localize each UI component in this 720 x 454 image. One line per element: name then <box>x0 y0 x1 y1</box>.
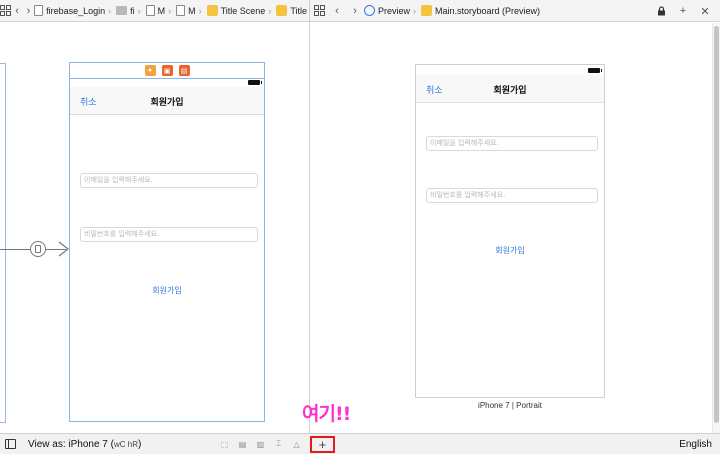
signup-button[interactable]: 회원가입 <box>70 285 264 296</box>
vertical-scrollbar[interactable] <box>712 23 720 433</box>
align-icon[interactable]: ▤ <box>236 438 249 450</box>
previous-scene-frame[interactable] <box>0 63 6 423</box>
back-chevron-icon[interactable]: ‹ <box>328 2 346 20</box>
right-editor-jumpbar: ‹ › Preview › Main.storyboard (Preview) +… <box>310 0 720 22</box>
project-file-icon <box>34 5 44 16</box>
forward-chevron-icon[interactable]: › <box>346 2 364 20</box>
storyboard-base-icon <box>176 5 186 16</box>
add-editor-icon[interactable]: + <box>674 2 692 20</box>
forward-chevron-icon[interactable]: › <box>23 2 34 20</box>
pin-icon[interactable]: ⌶ <box>272 438 285 450</box>
first-responder-icon[interactable]: ▣ <box>161 65 173 76</box>
exit-icon[interactable]: ▤ <box>178 65 190 76</box>
breadcrumb-controller[interactable]: Title <box>276 5 307 16</box>
view-as-device-selector[interactable]: View as: iPhone 7 (wC hR) <box>28 439 141 450</box>
annotation-label: 여기!! <box>302 403 351 425</box>
navigation-bar[interactable]: 취소 회원가입 <box>70 87 264 115</box>
resolve-issues-icon[interactable]: △ <box>290 438 303 450</box>
device-caption[interactable]: iPhone 7 | Portrait <box>415 401 605 410</box>
related-items-icon[interactable] <box>0 2 12 20</box>
breadcrumb-storyboard-base[interactable]: M › <box>176 5 205 16</box>
password-field[interactable]: 비밀번호를 입력해주세요. <box>80 227 258 242</box>
lock-icon[interactable] <box>652 2 670 20</box>
status-bar <box>70 79 264 87</box>
close-icon[interactable]: ✕ <box>696 2 714 20</box>
breadcrumb-project[interactable]: firebase_Login › <box>34 5 114 16</box>
battery-icon <box>248 80 262 85</box>
storyboard-file-icon <box>421 5 433 16</box>
bottom-toolbar: View as: iPhone 7 (wC hR) ⬚ ▤ ▥ ⌶ △ + En… <box>0 433 720 454</box>
status-bar <box>416 65 604 75</box>
breadcrumb-scene[interactable]: Title Scene › <box>206 5 275 16</box>
signup-button: 회원가입 <box>495 246 525 255</box>
password-field: 비밀번호를 입력해주세요. <box>426 188 598 203</box>
preview-icon <box>364 5 375 16</box>
view-controller-icon[interactable]: ● <box>144 65 156 76</box>
breadcrumb-storyboard-preview[interactable]: Main.storyboard (Preview) <box>421 5 540 16</box>
storyboard-canvas[interactable]: ● ▣ ▤ 취소 회원가입 이메일을 입력해주세요. 비밀번호를 입력해주세요.… <box>0 23 309 433</box>
update-frames-icon[interactable]: ⬚ <box>218 438 231 450</box>
storyboard-file-icon <box>145 5 155 16</box>
scene-icon <box>206 5 218 16</box>
scene-dock: ● ▣ ▤ <box>70 63 264 79</box>
email-field: 이메일을 입력해주세요. <box>426 136 598 151</box>
preview-device: 취소 회원가입 이메일을 입력해주세요. 비밀번호를 입력해주세요. 회원가입 <box>415 64 605 398</box>
email-field[interactable]: 이메일을 입력해주세요. <box>80 173 258 188</box>
stack-icon[interactable]: ▥ <box>254 438 267 450</box>
nav-title: 회원가입 <box>493 85 527 95</box>
preview-canvas: 취소 회원가입 이메일을 입력해주세요. 비밀번호를 입력해주세요. 회원가입 … <box>310 23 720 433</box>
document-outline-toggle-icon[interactable] <box>5 439 16 449</box>
battery-icon <box>588 68 602 73</box>
signup-scene[interactable]: ● ▣ ▤ 취소 회원가입 이메일을 입력해주세요. 비밀번호를 입력해주세요.… <box>69 62 265 422</box>
related-items-icon[interactable] <box>310 2 328 20</box>
breadcrumb-preview[interactable]: Preview › <box>364 5 419 16</box>
view-controller-icon <box>276 5 288 16</box>
canvas-tools: ⬚ ▤ ▥ ⌶ △ <box>218 438 303 450</box>
scrollbar-thumb[interactable] <box>714 26 719 423</box>
nav-title: 회원가입 <box>150 97 184 107</box>
navigation-bar: 취소 회원가입 <box>416 75 604 103</box>
breadcrumb-storyboard[interactable]: M › <box>145 5 175 16</box>
language-selector[interactable]: English <box>679 439 712 450</box>
add-device-button[interactable]: + <box>310 436 335 453</box>
folder-icon <box>116 6 128 15</box>
back-chevron-icon[interactable]: ‹ <box>11 2 22 20</box>
segue-icon[interactable] <box>30 241 46 257</box>
left-editor-jumpbar: ‹ › firebase_Login › fi › M › M › Title Scen… <box>0 0 309 22</box>
breadcrumb-folder[interactable]: fi › <box>116 6 144 16</box>
